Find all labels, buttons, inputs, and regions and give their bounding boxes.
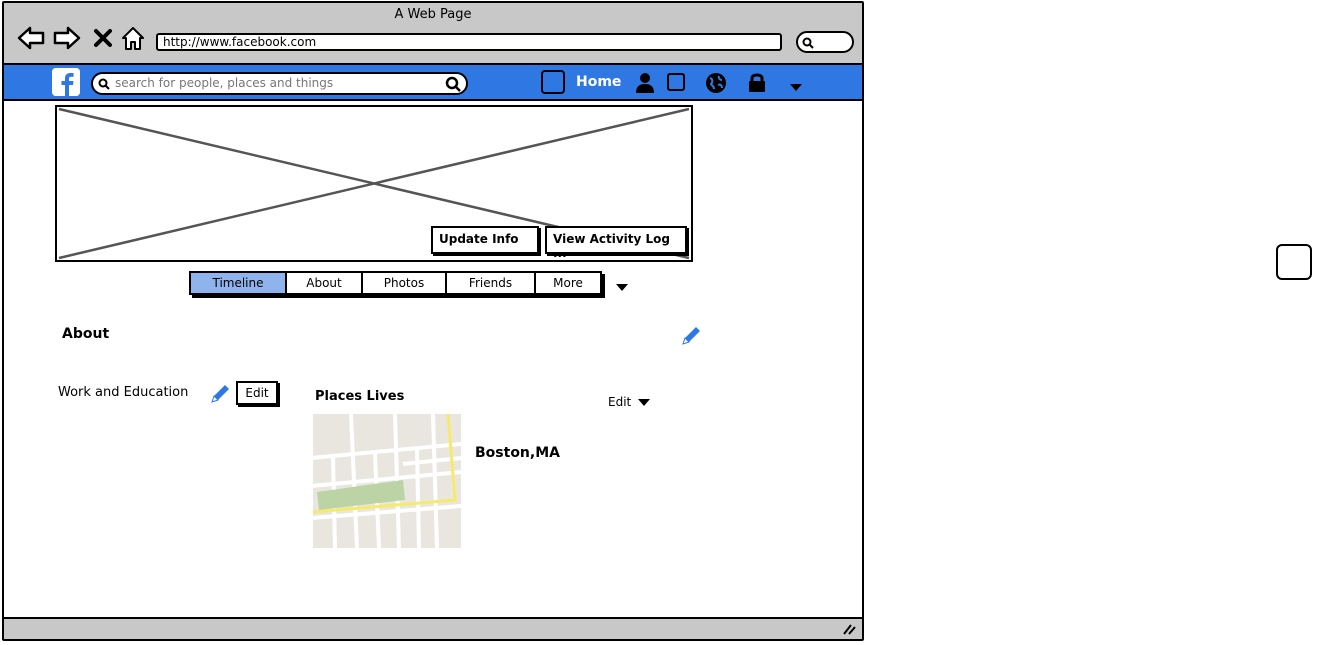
search-icon xyxy=(802,37,814,49)
home-link[interactable]: Home xyxy=(576,74,621,90)
edit-pencil-icon[interactable] xyxy=(209,381,233,405)
resize-grip-icon[interactable] xyxy=(842,623,856,635)
stop-x-icon[interactable] xyxy=(92,27,114,49)
messages-box-icon[interactable] xyxy=(667,73,685,91)
facebook-navbar: search for people, places and things Hom… xyxy=(4,65,862,101)
back-arrow-icon[interactable] xyxy=(16,25,46,51)
browser-statusbar xyxy=(4,617,862,639)
window-title: A Web Page xyxy=(394,7,472,22)
tab-photos[interactable]: Photos xyxy=(363,273,447,293)
browser-window: A Web Page http://www.facebook.com searc… xyxy=(2,1,864,641)
city-name: Boston,MA xyxy=(475,445,560,461)
home-checkbox-icon[interactable] xyxy=(541,70,565,94)
tab-timeline[interactable]: Timeline xyxy=(191,273,287,293)
browser-search-field[interactable] xyxy=(796,31,854,53)
tabs-dropdown-icon[interactable] xyxy=(615,283,629,293)
floating-checkbox-icon[interactable] xyxy=(1276,244,1312,280)
map-thumbnail[interactable] xyxy=(313,414,461,548)
facebook-search-input[interactable]: search for people, places and things xyxy=(91,72,468,95)
search-submit-icon[interactable] xyxy=(445,76,461,92)
edit-pencil-icon[interactable] xyxy=(680,323,704,347)
lock-icon[interactable] xyxy=(747,71,767,93)
cover-photo-placeholder: Update Info View Activity Log ... xyxy=(55,105,693,262)
tab-about[interactable]: About xyxy=(287,273,363,293)
globe-icon[interactable] xyxy=(705,72,727,94)
view-activity-log-button[interactable]: View Activity Log ... xyxy=(545,226,687,260)
profile-tabs: Timeline About Photos Friends More xyxy=(189,271,602,295)
facebook-logo-icon[interactable] xyxy=(52,68,80,96)
places-edit-label: Edit xyxy=(608,395,632,409)
update-info-button[interactable]: Update Info xyxy=(431,226,539,254)
search-placeholder: search for people, places and things xyxy=(115,76,334,90)
places-edit-dropdown[interactable]: Edit xyxy=(608,395,651,409)
address-bar[interactable]: http://www.facebook.com xyxy=(156,33,782,51)
browser-titlebar: A Web Page http://www.facebook.com xyxy=(4,3,862,65)
address-url: http://www.facebook.com xyxy=(163,35,317,49)
work-education-label: Work and Education xyxy=(58,385,189,400)
search-icon xyxy=(98,78,110,90)
tab-friends[interactable]: Friends xyxy=(447,273,536,293)
about-section-title: About xyxy=(62,326,110,342)
work-edit-button[interactable]: Edit xyxy=(236,381,278,405)
friends-person-icon[interactable] xyxy=(634,72,656,94)
forward-arrow-icon[interactable] xyxy=(52,25,82,51)
chevron-down-icon xyxy=(638,399,651,406)
home-icon[interactable] xyxy=(120,25,146,51)
places-lived-label: Places Lives xyxy=(315,389,405,404)
chevron-down-icon[interactable] xyxy=(789,83,803,93)
tab-more[interactable]: More xyxy=(536,273,600,293)
